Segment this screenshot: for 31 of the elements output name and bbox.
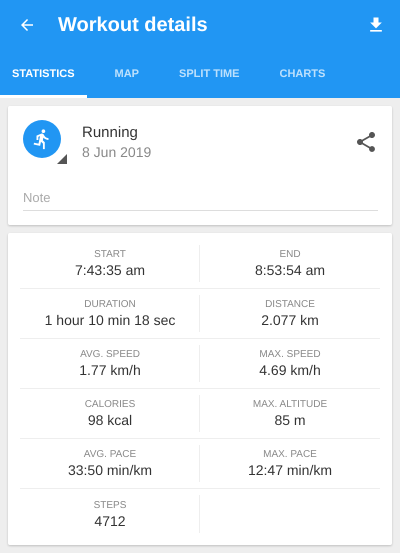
stat-value: 4.69 km/h	[259, 362, 321, 378]
running-icon[interactable]	[23, 120, 67, 164]
tab[interactable]: MAP	[102, 50, 151, 98]
stat-label: MAX. SPEED	[259, 349, 321, 360]
stat-label: MAX. ALTITUDE	[252, 399, 328, 410]
stat-label: MAX. PACE	[263, 449, 317, 460]
stat-label: START	[94, 249, 126, 260]
stat-value: 85 m	[274, 412, 306, 428]
stat-label: DURATION	[84, 299, 136, 310]
stat-label: AVG. PACE	[84, 449, 136, 460]
stat-value: 98 kcal	[88, 412, 132, 428]
workout-date: 8 Jun 2019	[82, 144, 152, 160]
share-button[interactable]	[354, 130, 378, 154]
stat-label: DISTANCE	[265, 299, 315, 310]
stat-value: 8:53:54 am	[254, 262, 326, 278]
stat-value: 7:43:35 am	[74, 262, 146, 278]
stat-label: STEPS	[94, 500, 126, 510]
stat-value: 2.077 km	[261, 312, 319, 328]
stat-value: 33:50 min/km	[68, 462, 152, 478]
stat-value: 12:47 min/km	[248, 462, 332, 478]
screen-title: Workout details	[58, 14, 209, 36]
tab[interactable]: STATISTICS	[0, 50, 87, 98]
stat-label: CALORIES	[84, 399, 136, 410]
tab[interactable]: CHARTS	[268, 50, 338, 98]
stat-value: 1 hour 10 min 18 sec	[44, 312, 176, 328]
stat-value: 1.77 km/h	[79, 362, 141, 378]
tab[interactable]: SPLIT TIME	[167, 50, 252, 98]
stat-value: 4712	[94, 512, 126, 528]
stat-label: AVG. SPEED	[80, 349, 140, 360]
activity-name: Running	[82, 124, 139, 141]
stat-label: END	[279, 249, 301, 260]
